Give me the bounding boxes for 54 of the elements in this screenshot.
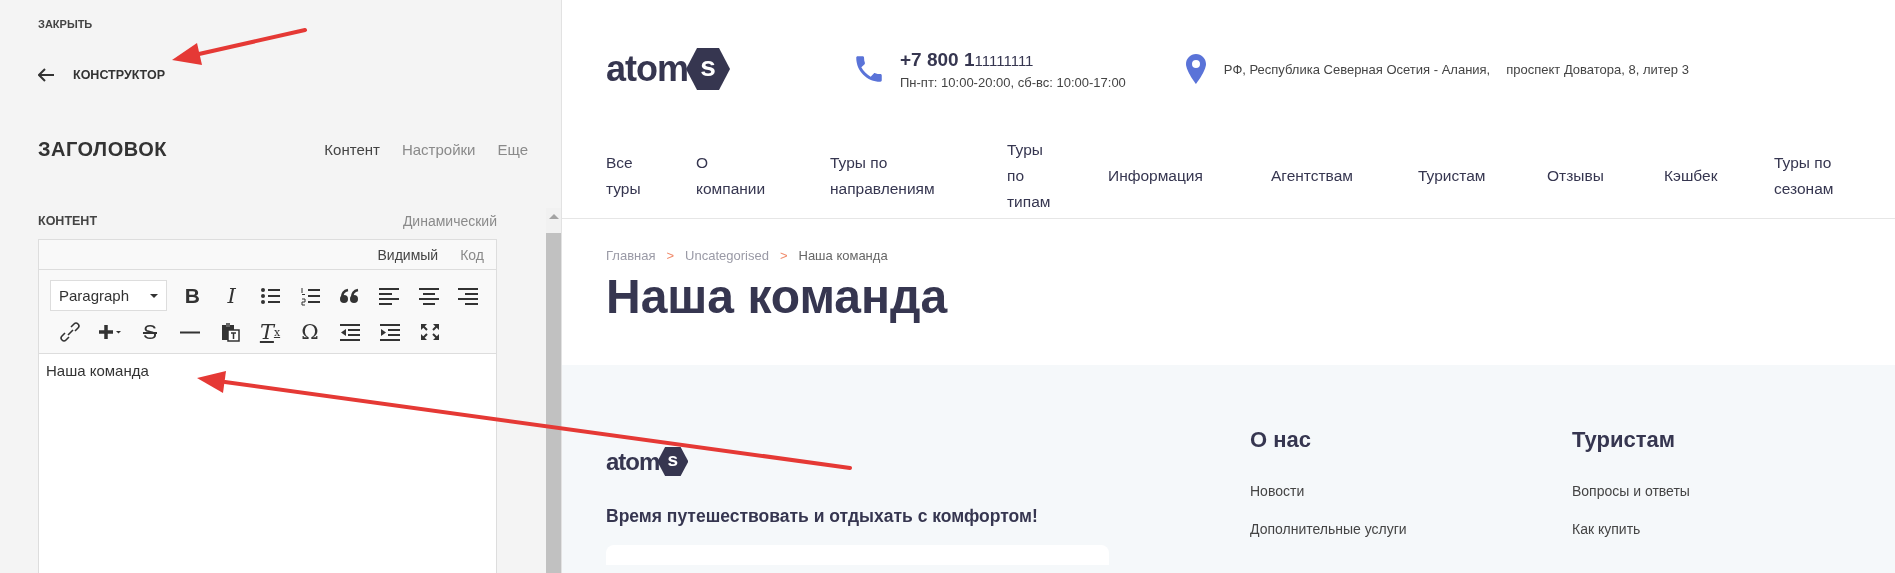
align-right-icon — [457, 285, 480, 306]
footer-link[interactable]: Как купить — [1572, 521, 1895, 537]
link-icon — [59, 322, 81, 342]
footer-heading: О нас — [1250, 427, 1312, 453]
footer-tagline: Время путешествовать и отдыхать с комфортом! — [606, 506, 1039, 527]
horizontal-rule-icon — [179, 330, 201, 334]
panel-title: ЗАГОЛОВОК — [38, 138, 168, 161]
nav-link[interactable]: О компании — [696, 150, 768, 202]
footer-link[interactable]: Дополнительные услуги — [1250, 521, 1572, 537]
indent-icon — [379, 322, 401, 342]
back-link[interactable]: КОНСТРУКТОР — [73, 68, 165, 82]
footer-link[interactable]: Вопросы и ответы — [1572, 483, 1895, 499]
bold-button[interactable]: B — [172, 280, 212, 311]
location-pin-icon — [1185, 54, 1206, 84]
breadcrumb-separator: > — [779, 248, 788, 263]
fullscreen-icon — [419, 322, 441, 342]
italic-button[interactable]: I — [212, 280, 252, 311]
working-hours: Пн-пт: 10:00-20:00, сб-вс: 10:00-17:00 — [900, 74, 1126, 90]
nav-link[interactable]: Кэшбек — [1664, 163, 1774, 189]
bullet-list-icon — [260, 285, 283, 306]
logo-text[interactable]: atom — [606, 48, 688, 90]
numbered-list-icon — [299, 285, 322, 306]
insert-icon — [98, 322, 122, 342]
align-left-icon — [378, 285, 401, 306]
nav-link[interactable]: Информация — [1108, 163, 1271, 189]
editor-text[interactable]: Наша команда — [39, 354, 496, 387]
paste-text-icon — [219, 322, 241, 342]
address-text: проспект Доватора, 8, литер 3 — [1506, 62, 1689, 77]
logo-text[interactable]: atom — [606, 447, 660, 476]
field-label: КОНТЕНТ — [38, 214, 97, 228]
format-select[interactable]: Paragraph — [50, 280, 167, 311]
editor-tab[interactable]: Видимый — [377, 247, 439, 263]
footer-link[interactable]: Новости — [1250, 483, 1572, 499]
logo-badge[interactable]: s — [686, 48, 730, 90]
footer-heading: Туристам — [1572, 427, 1677, 453]
nav-link[interactable]: Туры по направлениям — [830, 150, 955, 202]
breadcrumb-current: Наша команда — [798, 248, 888, 263]
panel-tab[interactable]: Контент — [324, 141, 380, 158]
outdent-icon — [339, 322, 361, 342]
phone-number[interactable]: +7 800 111111111 — [900, 48, 1126, 71]
nav-link[interactable]: Туры по сезонам — [1774, 150, 1852, 202]
strikethrough-button[interactable]: S — [130, 317, 170, 347]
address-text: РФ, Республика Северная Осетия - Алания, — [1223, 62, 1491, 77]
align-center-icon — [417, 285, 440, 306]
back-arrow-icon[interactable] — [38, 68, 55, 82]
page-title: Наша команда — [606, 270, 948, 323]
nav-link[interactable]: Агентствам — [1271, 163, 1418, 189]
close-link[interactable]: ЗАКРЫТЬ — [38, 18, 93, 30]
nav-link[interactable]: Отзывы — [1547, 163, 1664, 189]
special-char-button[interactable]: Ω — [290, 317, 330, 347]
breadcrumb-separator: > — [666, 248, 675, 263]
nav-link[interactable]: Все туры — [606, 150, 651, 202]
nav-link[interactable]: Туры по типам — [1007, 137, 1049, 215]
nav-link[interactable]: Туристам — [1418, 163, 1547, 189]
